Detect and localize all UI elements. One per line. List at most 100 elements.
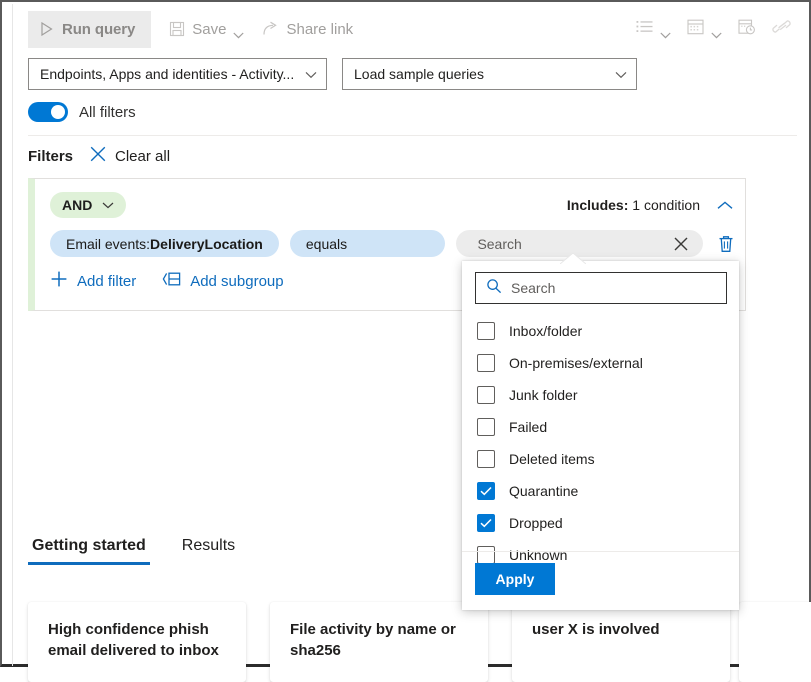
calendar-icon [687, 18, 704, 40]
tab-getting-started[interactable]: Getting started [28, 537, 150, 565]
dropdown-option-junk-folder[interactable]: Junk folder [462, 379, 739, 411]
share-arrow-icon [262, 21, 279, 37]
checkbox[interactable] [477, 450, 495, 468]
query-scope-row: Endpoints, Apps and identities - Activit… [13, 58, 809, 90]
checkbox[interactable] [477, 514, 495, 532]
plus-icon [50, 270, 68, 293]
dropdown-option-deleted-items[interactable]: Deleted items [462, 443, 739, 475]
condition-operator-label: equals [306, 236, 347, 252]
dropdown-option-label: Inbox/folder [509, 323, 582, 339]
query-card[interactable]: File activity by name or sha256 [270, 602, 488, 682]
divider [28, 135, 797, 136]
dropdown-option-list: Inbox/folder On-premises/external Junk f… [462, 315, 739, 551]
save-label: Save [192, 21, 226, 38]
apply-button[interactable]: Apply [475, 563, 555, 595]
add-filter-button[interactable]: Add filter [50, 270, 136, 293]
scope-dropdown-value: Endpoints, Apps and identities - Activit… [40, 66, 295, 82]
numbered-list-icon [636, 19, 653, 39]
includes-prefix: Includes: [567, 197, 628, 213]
run-query-label: Run query [62, 21, 135, 38]
query-card[interactable]: High confidence phish email delivered to… [28, 602, 246, 682]
condition-value-placeholder: Search [477, 236, 521, 252]
add-subgroup-button[interactable]: Add subgroup [162, 271, 283, 292]
dropdown-option-label: Quarantine [509, 483, 578, 499]
condition-value-input[interactable]: Search [456, 230, 658, 257]
content-tabs: Getting started Results [28, 537, 239, 565]
filters-header: Filters Clear all [28, 145, 170, 168]
query-toolbar: Run query Save [13, 4, 809, 54]
dropdown-search-placeholder: Search [511, 280, 555, 296]
all-filters-toggle[interactable] [28, 102, 68, 122]
list-view-button[interactable] [636, 19, 671, 39]
tab-results-label: Results [182, 537, 235, 554]
link-button[interactable] [772, 19, 791, 39]
chevron-down-icon[interactable] [660, 26, 671, 33]
chevron-down-icon [305, 66, 317, 82]
dropdown-option-failed[interactable]: Failed [462, 411, 739, 443]
dropdown-option-inbox-folder[interactable]: Inbox/folder [462, 315, 739, 347]
query-card-title: File activity by name or sha256 [290, 619, 468, 661]
dropdown-option-dropped[interactable]: Dropped [462, 507, 739, 539]
filters-title: Filters [28, 148, 73, 165]
toggle-knob [51, 105, 65, 119]
chevron-down-icon [615, 66, 627, 82]
dropdown-option-label: Junk folder [509, 387, 577, 403]
dropdown-option-on-premises-external[interactable]: On-premises/external [462, 347, 739, 379]
checkbox[interactable] [477, 354, 495, 372]
date-range-button[interactable] [687, 18, 722, 40]
sample-query-cards: High confidence phish email delivered to… [28, 602, 809, 669]
clear-all-button[interactable]: Clear all [89, 145, 170, 168]
share-link-button[interactable]: Share link [262, 21, 353, 38]
app-window: Run query Save [0, 0, 811, 667]
close-x-icon [89, 145, 107, 168]
includes-text: Includes: 1 condition [567, 197, 700, 213]
checkbox[interactable] [477, 322, 495, 340]
sample-queries-value: Load sample queries [354, 66, 605, 82]
delete-condition-button[interactable] [716, 233, 735, 255]
share-link-label: Share link [286, 21, 353, 38]
schedule-button[interactable] [738, 18, 756, 40]
includes-summary: Includes: 1 condition [567, 197, 733, 213]
query-card[interactable]: user X is involved [512, 602, 730, 682]
link-icon [772, 19, 791, 39]
checkbox[interactable] [477, 418, 495, 436]
query-card[interactable] [739, 602, 811, 682]
checkbox[interactable] [477, 386, 495, 404]
query-card-title: High confidence phish email delivered to… [48, 619, 226, 661]
all-filters-label: All filters [79, 104, 136, 121]
chevron-down-icon[interactable] [711, 26, 722, 33]
includes-value: 1 condition [632, 197, 700, 213]
all-filters-toggle-row: All filters [28, 102, 136, 122]
checkbox[interactable] [477, 482, 495, 500]
play-triangle-icon [40, 22, 53, 36]
condition-operator-chip[interactable]: equals [290, 230, 446, 257]
dropdown-footer: Apply [462, 551, 739, 610]
add-filter-label: Add filter [77, 273, 136, 290]
logic-operator-label: AND [62, 197, 92, 213]
dropdown-option-label: On-premises/external [509, 355, 643, 371]
dropdown-option-label: Deleted items [509, 451, 595, 467]
clear-all-label: Clear all [115, 148, 170, 165]
dropdown-option-quarantine[interactable]: Quarantine [462, 475, 739, 507]
sample-queries-dropdown[interactable]: Load sample queries [342, 58, 637, 90]
tab-results[interactable]: Results [178, 537, 239, 565]
condition-field-chip[interactable]: Email events: DeliveryLocation [50, 230, 279, 257]
condition-field-prefix: Email events: [66, 236, 150, 252]
run-query-button[interactable]: Run query [28, 11, 151, 48]
dropdown-search-input[interactable]: Search [475, 272, 727, 304]
condition-field-name: DeliveryLocation [150, 236, 263, 252]
chevron-down-icon[interactable] [233, 26, 244, 33]
subgroup-icon [162, 271, 181, 292]
add-subgroup-label: Add subgroup [190, 273, 283, 290]
query-card-title: user X is involved [532, 619, 710, 640]
clear-condition-value-button[interactable] [659, 230, 704, 257]
collapse-group-button[interactable] [717, 201, 733, 210]
search-icon [486, 278, 502, 299]
dropdown-option-label: Dropped [509, 515, 563, 531]
floppy-disk-icon [169, 21, 185, 37]
filter-group-header: AND Includes: 1 condition [50, 192, 733, 218]
left-rule [12, 4, 13, 666]
scope-dropdown[interactable]: Endpoints, Apps and identities - Activit… [28, 58, 327, 90]
save-button[interactable]: Save [169, 21, 244, 38]
logic-operator-dropdown[interactable]: AND [50, 192, 126, 218]
